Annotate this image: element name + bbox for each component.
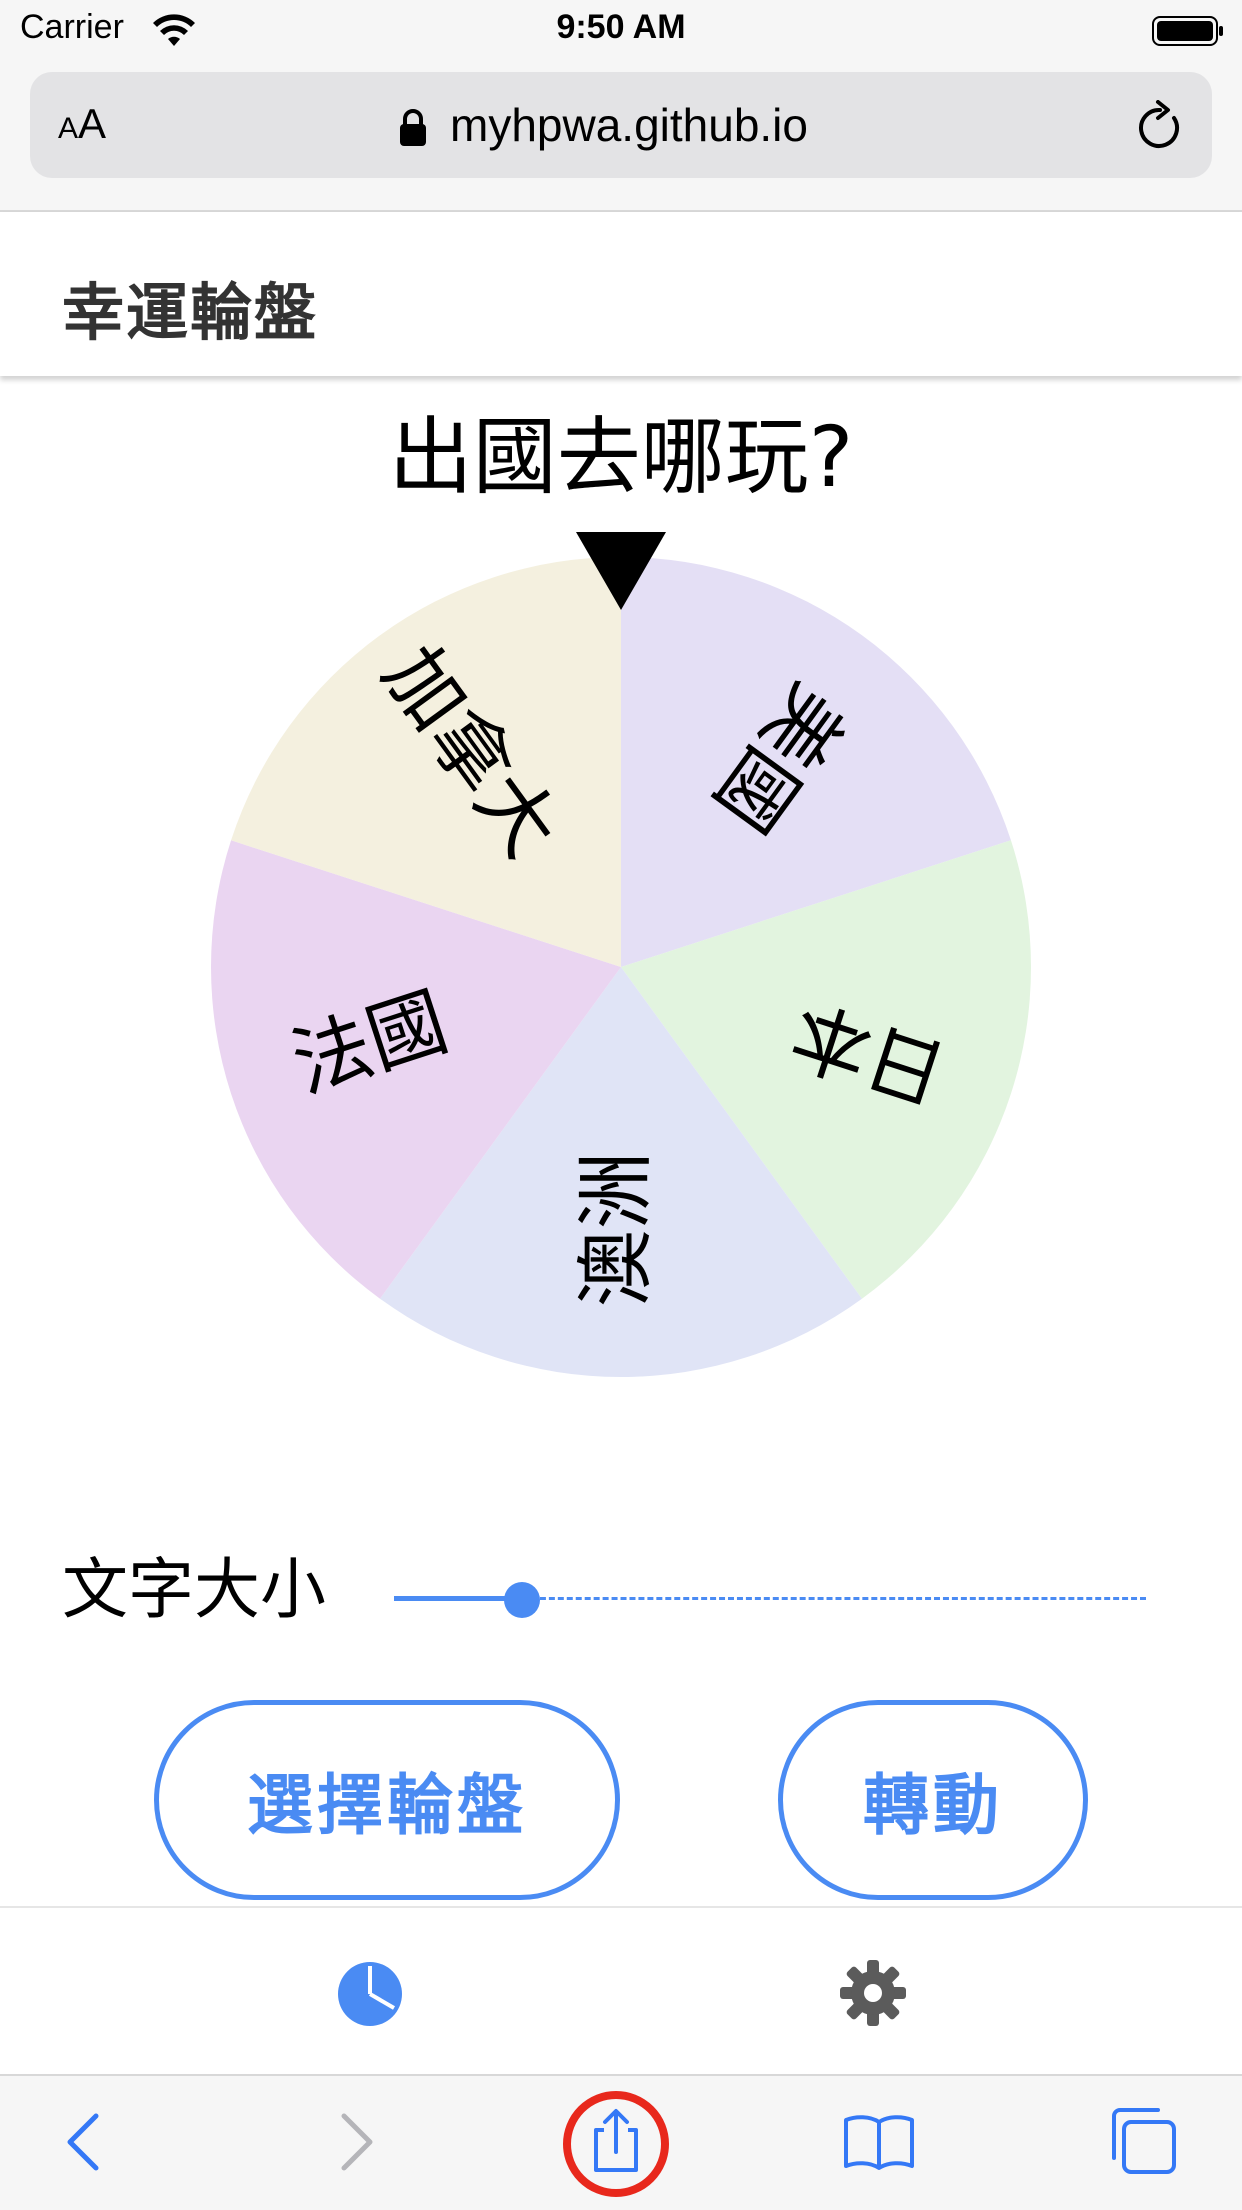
battery-icon <box>1152 16 1223 46</box>
reader-small-a: A <box>58 112 79 145</box>
back-icon[interactable] <box>62 2112 106 2172</box>
spin-button[interactable]: 轉動 <box>778 1700 1088 1900</box>
wheel-segment-label: 澳洲 <box>571 1151 661 1307</box>
reader-text-size-button[interactable]: AA <box>58 100 106 148</box>
tabs-icon[interactable] <box>1106 2106 1178 2176</box>
lock-icon <box>400 109 426 146</box>
slider-track-empty[interactable] <box>521 1597 1146 1600</box>
slider-track-filled[interactable] <box>394 1596 522 1601</box>
bookmarks-icon[interactable] <box>842 2112 916 2172</box>
wheel-segments: 美國日本澳洲法國加拿大 <box>211 557 1031 1377</box>
app-title: 幸運輪盤 <box>62 276 319 349</box>
app-bottom-nav <box>0 1906 1242 2076</box>
reload-icon[interactable] <box>1136 100 1186 154</box>
url-text[interactable]: myhpwa.github.io <box>450 98 808 152</box>
status-time: 9:50 AM <box>556 8 686 46</box>
font-size-label: 文字大小 <box>62 1551 326 1628</box>
font-size-slider-thumb[interactable] <box>503 1582 540 1618</box>
wheel[interactable]: 美國日本澳洲法國加拿大 <box>0 520 1242 1400</box>
forward-icon[interactable] <box>334 2112 378 2172</box>
select-wheel-button[interactable]: 選擇輪盤 <box>154 1700 620 1900</box>
gear-icon[interactable] <box>838 1958 908 2028</box>
share-icon[interactable] <box>562 2090 670 2198</box>
pie-chart-icon[interactable] <box>336 1960 404 2028</box>
reader-large-a: A <box>78 100 107 147</box>
wheel-title: 出國去哪玩? <box>388 408 854 506</box>
